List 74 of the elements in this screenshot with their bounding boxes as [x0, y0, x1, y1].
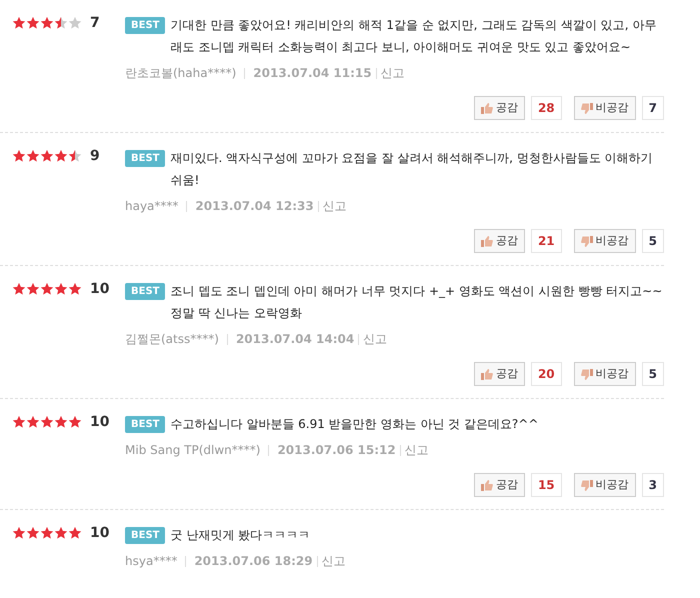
- star-icon: [12, 416, 26, 428]
- star-icon: [68, 16, 82, 29]
- star-icon: [54, 526, 68, 539]
- like-button[interactable]: 공감: [474, 96, 525, 120]
- star-icon: [40, 526, 54, 539]
- star-icon: [26, 282, 40, 295]
- dislike-button[interactable]: 비공감: [574, 473, 636, 497]
- rating-score: 10: [90, 280, 110, 298]
- star-icon: [12, 150, 26, 162]
- thumbs-down-icon: [580, 236, 593, 246]
- like-button[interactable]: 공감: [474, 362, 525, 386]
- like-button[interactable]: 공감: [474, 473, 525, 497]
- best-badge: BEST: [125, 283, 166, 300]
- star-icon: [26, 150, 40, 162]
- star-icon: [54, 416, 68, 428]
- star-icon: [26, 16, 40, 29]
- best-badge: BEST: [125, 527, 166, 544]
- author-name: haya****: [125, 198, 178, 215]
- thumbs-down-icon: [580, 368, 593, 380]
- thumbs-up-icon: [480, 368, 493, 380]
- star-icon: [54, 150, 68, 162]
- author-name: Mib Sang TP(dlwn****): [125, 442, 260, 459]
- star-icon: [40, 282, 54, 295]
- like-count: 21: [530, 229, 562, 253]
- dislike-count: 5: [642, 362, 664, 386]
- star-icon: [68, 150, 82, 162]
- author-name: 란초코볼(haha****): [125, 65, 236, 82]
- review-text: 수고하십니다 알바분들 6.91 받을만한 영화는 아닌 것 같은데요?^^: [170, 416, 538, 433]
- star-icon: [68, 416, 82, 428]
- like-button[interactable]: 공감: [474, 229, 525, 253]
- dislike-button[interactable]: 비공감: [574, 96, 636, 120]
- rating-score: 10: [90, 524, 110, 542]
- review-date: 2013.07.04 14:04: [236, 331, 354, 348]
- dislike-button[interactable]: 비공감: [574, 229, 636, 253]
- review-text: 기대한 만큼 좋았어요! 캐리비안의 해적 1같을 순 없지만, 그래도 감독의 색깔이 있고, 아무래도 조니뎁 캐릭터 소화능력이 최고다 보니, 아이해머도 귀여운 맛도 있고 좋았어요~: [170, 17, 658, 56]
- star-icon: [26, 416, 40, 428]
- star-icon: [54, 16, 68, 29]
- rating-score: 10: [90, 412, 110, 432]
- best-badge: BEST: [125, 150, 166, 167]
- author-name: hsya****: [125, 553, 178, 570]
- thumbs-down-icon: [580, 480, 593, 490]
- star-icon: [40, 416, 54, 428]
- star-icon: [54, 282, 68, 295]
- star-icon: [40, 150, 54, 162]
- thumbs-up-icon: [480, 236, 493, 246]
- like-count: 28: [530, 96, 562, 120]
- dislike-button[interactable]: 비공감: [574, 362, 636, 386]
- like-count: 20: [530, 362, 562, 386]
- like-count: 15: [530, 473, 562, 497]
- dislike-count: 3: [642, 473, 664, 497]
- rating-score: 7: [90, 14, 100, 32]
- star-icon: [26, 526, 40, 539]
- star-icon: [12, 16, 26, 29]
- dislike-count: 5: [642, 229, 664, 253]
- thumbs-up-icon: [480, 480, 493, 490]
- best-badge: BEST: [125, 17, 166, 34]
- thumbs-up-icon: [480, 102, 493, 114]
- star-icon: [12, 526, 26, 539]
- star-icon: [68, 282, 82, 295]
- star-icon: [40, 16, 54, 29]
- rating-score: 9: [90, 146, 100, 166]
- review-text: 조니 뎁도 조니 뎁인데 아미 해머가 너무 멋지다 +_+ 영화도 액션이 시원한 빵빵 터지고~~ 정말 딱 신나는 오락영화: [170, 283, 664, 322]
- author-name: 김쩔몬(atss****): [125, 331, 219, 348]
- star-icon: [12, 282, 26, 295]
- review-date: 2013.07.06 15:12: [277, 442, 396, 459]
- star-icon: [68, 526, 82, 539]
- review-text: 굿 난재밋게 봤다ㅋㅋㅋㅋ: [170, 527, 310, 544]
- best-badge: BEST: [125, 416, 166, 433]
- thumbs-down-icon: [580, 102, 593, 114]
- review-text: 재미있다. 액자식구성에 꼬마가 요점을 잘 살려서 해석해주니까, 멍청한사람들도 이해하기 쉬움!: [170, 150, 654, 189]
- review-date: 2013.07.04 11:15: [253, 65, 372, 82]
- review-date: 2013.07.06 18:29: [194, 553, 313, 570]
- review-date: 2013.07.04 12:33: [195, 198, 314, 215]
- dislike-count: 7: [642, 96, 664, 120]
